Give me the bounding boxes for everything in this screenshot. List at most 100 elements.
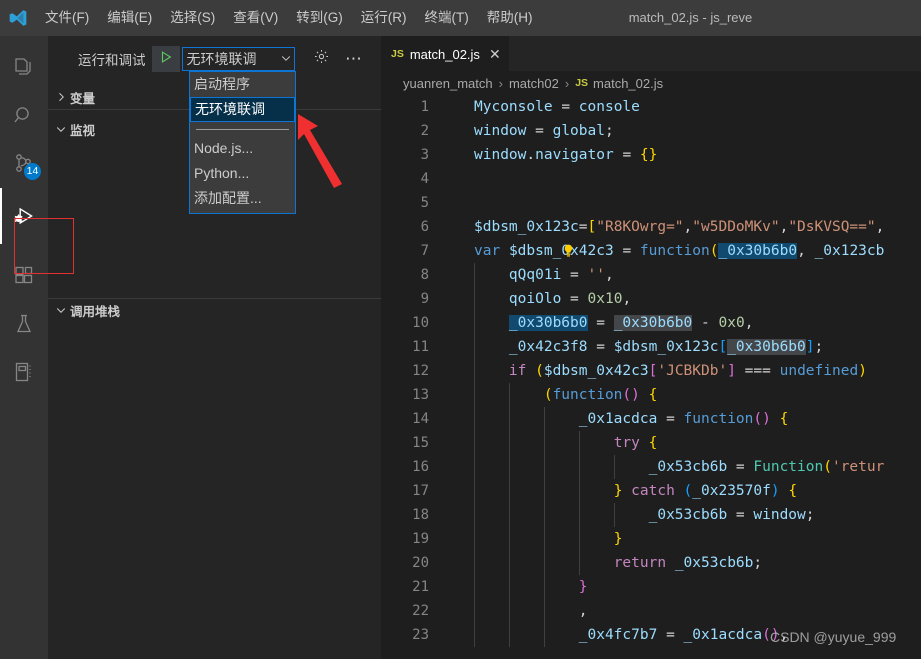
code-line-text: _0x42c3f8 = $dbsm_0x123c[_0x30b6b0]; <box>508 339 824 355</box>
code-line-text: _0x30b6b0 = _0x30b6b0 - 0x0, <box>508 315 754 331</box>
code-line-text: } catch (_0x23570f) { <box>613 483 798 499</box>
js-file-icon: JS <box>575 77 589 89</box>
chevron-right-icon: › <box>498 75 503 91</box>
editor-group: JS match_02.js ✕ yuanren_match › match02… <box>381 36 921 659</box>
menu-selection[interactable]: 选择(S) <box>161 0 224 36</box>
code-line-text: Myconsole = console <box>474 99 640 115</box>
activity-bar: 14 <box>0 36 48 659</box>
breadcrumb: yuanren_match › match02 › JS match_02.js <box>381 71 921 95</box>
activity-item-run-and-debug[interactable] <box>0 188 48 244</box>
breadcrumb-item-file[interactable]: match_02.js <box>593 76 663 91</box>
dropdown-item-launch-program[interactable]: 启动程序 <box>190 72 295 97</box>
extensions-icon <box>12 264 36 288</box>
dropdown-item-add-config[interactable]: 添加配置... <box>190 186 295 213</box>
play-triangle-icon <box>159 50 173 69</box>
run-debug-toolbar: 运行和调试 无环境联调 ⋯ <box>48 44 381 74</box>
dropdown-separator <box>196 129 289 130</box>
dropdown-item-no-env-debug[interactable]: 无环境联调 <box>190 97 295 122</box>
code-line: 3 window.navigator = {} <box>381 143 921 167</box>
line-number: 15 <box>412 435 429 451</box>
activity-item-explorer[interactable] <box>0 44 48 92</box>
code-line-text: , <box>578 603 588 619</box>
line-number: 17 <box>412 483 429 499</box>
source-control-badge: 14 <box>24 163 41 180</box>
code-line: 5 <box>381 191 921 215</box>
menu-help[interactable]: 帮助(H) <box>478 0 542 36</box>
activity-item-notebook[interactable] <box>0 348 48 396</box>
start-debugging-button[interactable] <box>151 46 180 72</box>
code-line-text: _0x4fc7b7 = _0x1acdca(), <box>578 627 789 643</box>
line-number: 2 <box>420 123 429 139</box>
menu-view[interactable]: 查看(V) <box>224 0 287 36</box>
open-launch-json-button[interactable] <box>310 47 334 71</box>
activity-item-testing[interactable] <box>0 300 48 348</box>
editor-tab-label: match_02.js <box>409 46 480 62</box>
line-number: 5 <box>420 195 429 211</box>
dropdown-item-nodejs[interactable]: Node.js... <box>190 136 295 161</box>
close-icon[interactable]: ✕ <box>489 47 501 61</box>
line-number: 16 <box>412 459 429 475</box>
line-number: 13 <box>412 387 429 403</box>
menu-edit[interactable]: 编辑(E) <box>98 0 161 36</box>
menu-go[interactable]: 转到(G) <box>287 0 352 36</box>
code-line: 1 Myconsole = console <box>381 95 921 119</box>
activity-item-extensions[interactable] <box>0 252 48 300</box>
chevron-right-icon <box>52 91 70 103</box>
dropdown-item-python[interactable]: Python... <box>190 161 295 186</box>
code-line-text: qoiOlo = 0x10, <box>508 291 632 307</box>
line-number: 11 <box>412 339 429 355</box>
menu-file[interactable]: 文件(F) <box>36 0 98 36</box>
lightbulb-icon[interactable] <box>474 219 573 257</box>
code-editor[interactable]: 1 Myconsole = console 2 window = global;… <box>381 95 921 659</box>
line-number: 9 <box>420 291 429 307</box>
breadcrumb-item-folder[interactable]: match02 <box>509 76 559 91</box>
notebook-icon <box>12 360 36 384</box>
code-line-text: window = global; <box>474 123 614 139</box>
line-number: 19 <box>412 531 429 547</box>
line-number: 14 <box>412 411 429 427</box>
line-number: 3 <box>420 147 429 163</box>
code-line: 16 _0x53cb6b = Function('retur <box>381 455 921 479</box>
code-line: 10 _0x30b6b0 = _0x30b6b0 - 0x0, <box>381 311 921 335</box>
code-line-text: (function() { <box>543 387 658 403</box>
code-line: 17 } catch (_0x23570f) { <box>381 479 921 503</box>
code-line: 13 (function() { <box>381 383 921 407</box>
editor-tab-match02[interactable]: JS match_02.js ✕ <box>381 36 509 71</box>
code-line: 9 qoiOlo = 0x10, <box>381 287 921 311</box>
code-line: 7 var $dbsm_0x42c3 = function(_0x30b6b0,… <box>381 239 921 263</box>
vscode-window: 文件(F) 编辑(E) 选择(S) 查看(V) 转到(G) 运行(R) 终端(T… <box>0 0 921 659</box>
activity-item-source-control[interactable]: 14 <box>0 140 48 188</box>
breadcrumb-item-root[interactable]: yuanren_match <box>403 76 493 91</box>
run-and-debug-icon <box>11 203 37 229</box>
code-line: 22 , <box>381 599 921 623</box>
code-line: 18 _0x53cb6b = window; <box>381 503 921 527</box>
pane-label-call-stack: 调用堆栈 <box>70 304 121 319</box>
js-file-icon: JS <box>391 48 404 60</box>
code-line: 19 } <box>381 527 921 551</box>
code-line: 15 try { <box>381 431 921 455</box>
menu-terminal[interactable]: 终端(T) <box>416 0 478 36</box>
code-line: 12 if ($dbsm_0x42c3['JCBKDb'] === undefi… <box>381 359 921 383</box>
chevron-down-icon <box>280 51 292 67</box>
line-number: 21 <box>412 579 429 595</box>
pane-header-call-stack[interactable]: 调用堆栈 <box>48 299 381 321</box>
menu-run[interactable]: 运行(R) <box>352 0 416 36</box>
debug-configuration-select[interactable]: 无环境联调 <box>181 47 295 71</box>
line-number: 18 <box>412 507 429 523</box>
activity-item-search[interactable] <box>0 92 48 140</box>
line-number: 8 <box>420 267 429 283</box>
code-line: 14 _0x1acdca = function() { <box>381 407 921 431</box>
line-number: 6 <box>420 219 429 235</box>
views-and-more-actions-button[interactable]: ⋯ <box>342 47 366 71</box>
run-and-debug-label: 运行和调试 <box>78 53 146 68</box>
code-line-text: _0x1acdca = function() { <box>578 411 789 427</box>
chevron-right-icon: › <box>564 75 570 91</box>
code-line-text: window.navigator = {} <box>474 147 658 163</box>
line-number: 23 <box>412 627 429 643</box>
title-bar: 文件(F) 编辑(E) 选择(S) 查看(V) 转到(G) 运行(R) 终端(T… <box>0 0 921 36</box>
code-line: 4 <box>381 167 921 191</box>
watermark: CSDN @yuyue_999 <box>770 629 897 645</box>
code-line-text: } <box>613 531 623 547</box>
testing-flask-icon <box>12 312 36 336</box>
line-number: 12 <box>412 363 429 379</box>
